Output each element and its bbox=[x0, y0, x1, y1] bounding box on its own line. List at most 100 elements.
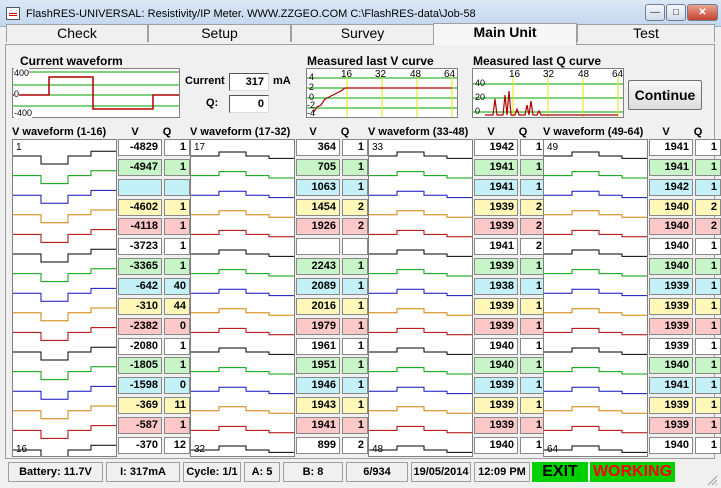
tab-setup[interactable]: Setup bbox=[148, 24, 291, 42]
channel-waveform-line bbox=[191, 406, 294, 414]
tab-survey[interactable]: Survey bbox=[291, 24, 434, 42]
channel-waveform-line bbox=[13, 150, 116, 165]
q-value-cell: 2 bbox=[342, 198, 368, 216]
v-value-cell: 1941 bbox=[474, 178, 518, 196]
channel-waveform-line bbox=[191, 229, 294, 238]
title-bar: FlashRES-UNIVERSAL: Resistivity/IP Meter… bbox=[0, 0, 721, 27]
channel-waveform-line bbox=[191, 308, 294, 316]
v-curve-title: Measured last V curve bbox=[307, 54, 434, 68]
time-status: 12:09 PM bbox=[474, 462, 530, 482]
q-value-cell: 1 bbox=[164, 416, 190, 434]
channel-waveform-line bbox=[13, 170, 116, 185]
v-value-cell: 1939 bbox=[474, 297, 518, 315]
v-value-cell: 2016 bbox=[296, 297, 340, 315]
channel-waveform-line bbox=[544, 425, 647, 434]
tab-test[interactable]: Test bbox=[577, 24, 715, 42]
v-value-cell: 1940 bbox=[474, 436, 518, 454]
channel-waveform-line bbox=[191, 327, 294, 336]
q-value-cell: 1 bbox=[164, 218, 190, 236]
channel-waveform-line bbox=[544, 190, 647, 199]
q-label: Q: bbox=[206, 97, 219, 109]
channel-waveform-line bbox=[369, 327, 472, 336]
last-channel-number: 48 bbox=[372, 444, 384, 455]
first-channel-number: 1 bbox=[16, 142, 22, 153]
v-value-cell: 1939 bbox=[649, 337, 693, 355]
working-indicator: WORKING bbox=[590, 462, 675, 482]
v-value-cell: 1939 bbox=[474, 218, 518, 236]
q-value-cell: 1 bbox=[342, 258, 368, 276]
channel-waveform-line bbox=[191, 386, 294, 395]
v-value-cell: 1939 bbox=[474, 317, 518, 335]
v-value-cell: 1940 bbox=[474, 337, 518, 355]
v-value-cell: -310 bbox=[118, 297, 162, 315]
q-ytick-40: 40 bbox=[475, 78, 486, 88]
channel-waveform-line bbox=[13, 444, 116, 459]
waveform-plot: 49 64 bbox=[543, 139, 648, 457]
waveform-plot: 1 16 bbox=[12, 139, 117, 459]
channel-waveform-line bbox=[544, 347, 647, 355]
q-value-cell bbox=[164, 178, 190, 196]
channel-waveform-line bbox=[544, 249, 647, 257]
v-curve-chart: 16 32 48 64 4 2 0 -2 -4 bbox=[306, 68, 458, 118]
q-value-cell: 40 bbox=[164, 277, 190, 295]
v-value-cell: 1926 bbox=[296, 218, 340, 236]
q-xtick-32: 32 bbox=[543, 69, 555, 80]
minimize-button[interactable]: — bbox=[645, 4, 665, 21]
v-value-cell: 1939 bbox=[649, 297, 693, 315]
q-value-cell: 2 bbox=[695, 218, 721, 236]
channel-waveform-line bbox=[544, 210, 647, 218]
v-value-cell: -4602 bbox=[118, 198, 162, 216]
maximize-button[interactable]: □ bbox=[666, 4, 686, 21]
v-xtick-64: 64 bbox=[444, 69, 456, 80]
v-value-cell: 899 bbox=[296, 436, 340, 454]
channel-waveform-line bbox=[13, 425, 116, 439]
resize-grip-icon[interactable] bbox=[706, 474, 718, 486]
tab-main-unit[interactable]: Main Unit bbox=[433, 23, 577, 45]
q-value-cell: 1 bbox=[695, 436, 721, 454]
continue-button[interactable]: Continue bbox=[628, 80, 702, 110]
v-value-cell: 1941 bbox=[649, 158, 693, 176]
q-ytick-20: 20 bbox=[475, 92, 486, 102]
v-value-cell: 1942 bbox=[474, 139, 518, 156]
q-column-header: Q bbox=[693, 126, 703, 138]
v-value-cell: 1961 bbox=[296, 337, 340, 355]
v-value-cell: -4829 bbox=[118, 139, 162, 156]
channel-waveform-line bbox=[13, 229, 116, 243]
v-value-cell: 2243 bbox=[296, 258, 340, 276]
v-value-cell: -2382 bbox=[118, 317, 162, 335]
channel-waveform-line bbox=[13, 209, 116, 224]
channel-waveform-line bbox=[544, 288, 647, 297]
date-status: 19/05/2014 bbox=[411, 462, 471, 482]
q-curve-title: Measured last Q curve bbox=[473, 54, 602, 68]
q-value-cell: 1 bbox=[695, 416, 721, 434]
current-tick-zero: 0 bbox=[14, 89, 20, 99]
channel-waveform-line bbox=[544, 171, 647, 179]
channel-waveform-line bbox=[369, 406, 472, 414]
v-value-cell: -2080 bbox=[118, 337, 162, 355]
v-value-cell: 705 bbox=[296, 158, 340, 176]
channel-waveform-line bbox=[369, 386, 472, 395]
channel-waveform-line bbox=[369, 288, 472, 297]
q-xtick-48: 48 bbox=[578, 69, 590, 80]
q-value-cell: 1 bbox=[695, 238, 721, 256]
first-channel-number: 17 bbox=[194, 142, 206, 153]
close-button[interactable]: ✕ bbox=[687, 4, 718, 21]
current-status: I: 317mA bbox=[106, 462, 180, 482]
v-value-cell: -1805 bbox=[118, 357, 162, 375]
channel-waveform-line bbox=[369, 151, 472, 159]
channel-waveform-line bbox=[369, 249, 472, 257]
v-value-cell: 364 bbox=[296, 139, 340, 156]
v-value-cell: 1979 bbox=[296, 317, 340, 335]
q-value-cell: 0 bbox=[164, 317, 190, 335]
exit-button[interactable]: EXIT bbox=[532, 462, 588, 482]
channel-waveform-line bbox=[191, 190, 294, 199]
window-title: FlashRES-UNIVERSAL: Resistivity/IP Meter… bbox=[26, 8, 476, 20]
v-value-cell: 1940 bbox=[649, 436, 693, 454]
tab-check[interactable]: Check bbox=[6, 24, 148, 42]
block-title: V waveform (49-64) bbox=[543, 126, 644, 138]
last-channel-number: 32 bbox=[194, 444, 206, 455]
v-value-cell: 1941 bbox=[474, 238, 518, 256]
q-value-cell: 1 bbox=[342, 178, 368, 196]
channel-waveform-line bbox=[544, 327, 647, 336]
block-title: V waveform (33-48) bbox=[368, 126, 469, 138]
